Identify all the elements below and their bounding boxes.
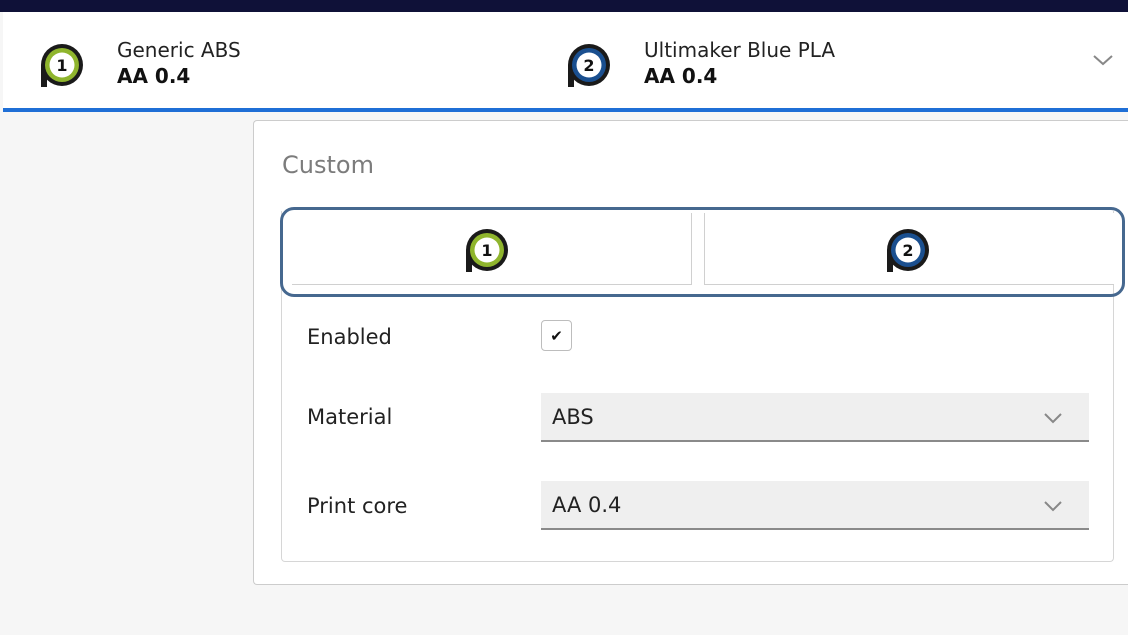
material-select[interactable]: ABS <box>541 393 1089 442</box>
panel-title: Custom <box>282 151 374 179</box>
checkmark-icon: ✔ <box>550 326 563 345</box>
chevron-down-icon <box>1043 409 1063 428</box>
extruder-1-icon: 1 <box>460 225 514 283</box>
tab-extruder-1[interactable]: 1 <box>292 213 692 285</box>
enabled-label: Enabled <box>307 325 392 349</box>
extruder-2-number: 2 <box>583 56 594 75</box>
top-bar <box>0 0 1128 12</box>
enabled-checkbox[interactable]: ✔ <box>541 320 572 351</box>
tab-1-number: 1 <box>481 241 492 260</box>
extruder-2-core: AA 0.4 <box>644 64 718 88</box>
extruder-2-icon: 2 <box>562 40 616 98</box>
print-core-label: Print core <box>307 494 408 518</box>
tab-extruder-2[interactable]: 2 <box>704 213 1114 285</box>
chevron-down-icon <box>1043 497 1063 516</box>
print-core-select-value: AA 0.4 <box>552 493 622 517</box>
tab-2-number: 2 <box>902 241 913 260</box>
extruder-1-number: 1 <box>56 56 67 75</box>
extruder-2-icon: 2 <box>881 225 935 283</box>
extruder-1-material: Generic ABS <box>117 38 241 62</box>
configuration-panel: Custom 1 2 Enabled ✔ Material ABS Print … <box>253 120 1128 585</box>
material-select-value: ABS <box>552 405 594 429</box>
extruder-1-icon: 1 <box>35 40 89 98</box>
extruder-1-core: AA 0.4 <box>117 64 191 88</box>
chevron-down-icon[interactable] <box>1092 52 1114 71</box>
extruder-2-material: Ultimaker Blue PLA <box>644 38 836 62</box>
print-core-select[interactable]: AA 0.4 <box>541 481 1089 530</box>
material-label: Material <box>307 405 393 429</box>
extruder-header[interactable]: 1 Generic ABS AA 0.4 2 Ultimaker Blue PL… <box>3 12 1128 112</box>
